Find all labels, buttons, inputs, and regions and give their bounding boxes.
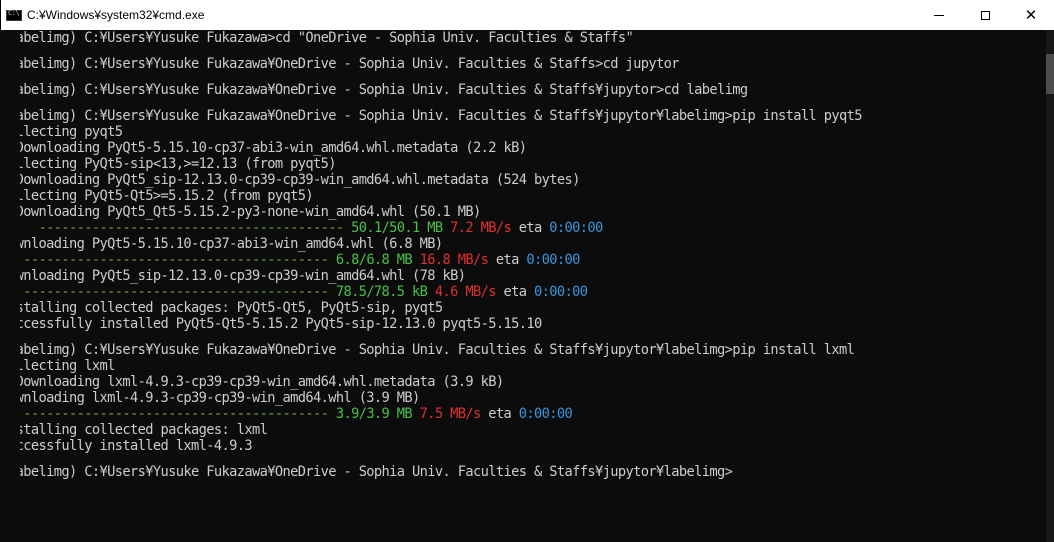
console-line: Downloading PyQt5_sip-12.13.0-cp39-cp39-…	[20, 172, 580, 188]
title-bar[interactable]: C:¥Windows¥system32¥cmd.exe ✕	[0, 0, 1054, 30]
progress-bar: ----------------------------------------	[20, 406, 336, 422]
progress-line: ----------------------------------------…	[20, 220, 1025, 236]
console-line: Collecting lxml	[20, 358, 115, 374]
console-line: Downloading PyQt5_Qt5-5.15.2-py3-none-wi…	[20, 204, 481, 220]
eta-value: 0:00:00	[549, 220, 603, 236]
eta-value: 0:00:00	[534, 284, 588, 300]
console-blank	[20, 46, 1025, 56]
console-prompt-line[interactable]: (labelimg) C:¥Users¥Yusuke Fukazawa¥OneD…	[20, 464, 1025, 480]
console-line: (labelimg) C:¥Users¥Yusuke Fukazawa¥OneD…	[20, 56, 680, 72]
eta-value: 0:00:00	[518, 406, 573, 422]
window-left-edge	[0, 0, 1, 30]
eta-label: eta	[495, 284, 535, 300]
eta-label: eta	[480, 406, 519, 422]
progress-line: ----------------------------------------…	[20, 252, 1025, 268]
scrollbar-thumb[interactable]	[1046, 54, 1054, 94]
progress-size: 50.1/50.1 MB	[351, 220, 443, 236]
console-line: (labelimg) C:¥Users¥Yusuke Fukazawa>cd "…	[20, 30, 634, 46]
download-rate: 7.5 MB/s	[412, 406, 482, 422]
console-line: Installing collected packages: PyQt5-Qt5…	[20, 300, 443, 316]
console-blank	[20, 332, 1025, 342]
progress-bar: ----------------------------------------	[20, 284, 336, 300]
close-icon: ✕	[1024, 6, 1038, 24]
progress-line: ----------------------------------------…	[20, 406, 1025, 422]
console-line: Downloading lxml-4.9.3-cp39-cp39-win_amd…	[20, 390, 420, 406]
download-rate: 7.2 MB/s	[442, 220, 512, 236]
eta-label: eta	[488, 252, 527, 268]
cmd-window: C:¥Windows¥system32¥cmd.exe ✕ (labelimg)…	[0, 0, 1054, 542]
console-line: Collecting PyQt5-sip<13,>=12.13 (from py…	[20, 156, 336, 172]
console-blank	[20, 72, 1025, 82]
vertical-scrollbar[interactable]	[1046, 30, 1054, 542]
close-button[interactable]: ✕	[1008, 0, 1054, 30]
console-blank	[20, 98, 1025, 108]
eta-label: eta	[511, 220, 550, 236]
console-line: (labelimg) C:¥Users¥Yusuke Fukazawa¥OneD…	[20, 82, 748, 98]
console-line: Collecting PyQt5-Qt5>=5.15.2 (from pyqt5…	[20, 188, 314, 204]
console-line: Successfully installed PyQt5-Qt5-5.15.2 …	[20, 316, 542, 332]
console-output[interactable]: (labelimg) C:¥Users¥Yusuke Fukazawa>cd "…	[20, 30, 1025, 542]
progress-bar: ----------------------------------------	[20, 220, 352, 236]
console-line: Downloading PyQt5-5.15.10-cp37-abi3-win_…	[20, 236, 443, 252]
progress-bar: ----------------------------------------	[20, 252, 336, 268]
progress-size: 78.5/78.5 kB	[335, 284, 428, 300]
progress-size: 3.9/3.9 MB	[335, 406, 413, 422]
progress-size: 6.8/6.8 MB	[335, 252, 413, 268]
console-line: Downloading PyQt5_sip-12.13.0-cp39-cp39-…	[20, 268, 466, 284]
console-line: Installing collected packages: lxml	[20, 422, 268, 438]
window-title: C:¥Windows¥system32¥cmd.exe	[27, 8, 205, 22]
console-line: Downloading lxml-4.9.3-cp39-cp39-win_amd…	[20, 374, 504, 390]
console-line: Successfully installed lxml-4.9.3	[20, 438, 253, 454]
console-line: (labelimg) C:¥Users¥Yusuke Fukazawa¥OneD…	[20, 108, 862, 124]
progress-line: ----------------------------------------…	[20, 284, 1025, 300]
console-line: (labelimg) C:¥Users¥Yusuke Fukazawa¥OneD…	[20, 342, 855, 358]
console-blank	[20, 454, 1025, 464]
console-line: Downloading PyQt5-5.15.10-cp37-abi3-win_…	[20, 140, 527, 156]
download-rate: 16.8 MB/s	[412, 252, 489, 268]
eta-value: 0:00:00	[526, 252, 580, 268]
maximize-button[interactable]	[962, 0, 1008, 30]
minimize-button[interactable]	[916, 0, 962, 30]
minimize-icon	[934, 14, 944, 16]
console-line: Collecting pyqt5	[20, 124, 123, 140]
console-app-icon[interactable]	[6, 9, 22, 21]
window-controls: ✕	[916, 0, 1054, 30]
download-rate: 4.6 MB/s	[427, 284, 497, 300]
maximize-icon	[980, 10, 990, 20]
